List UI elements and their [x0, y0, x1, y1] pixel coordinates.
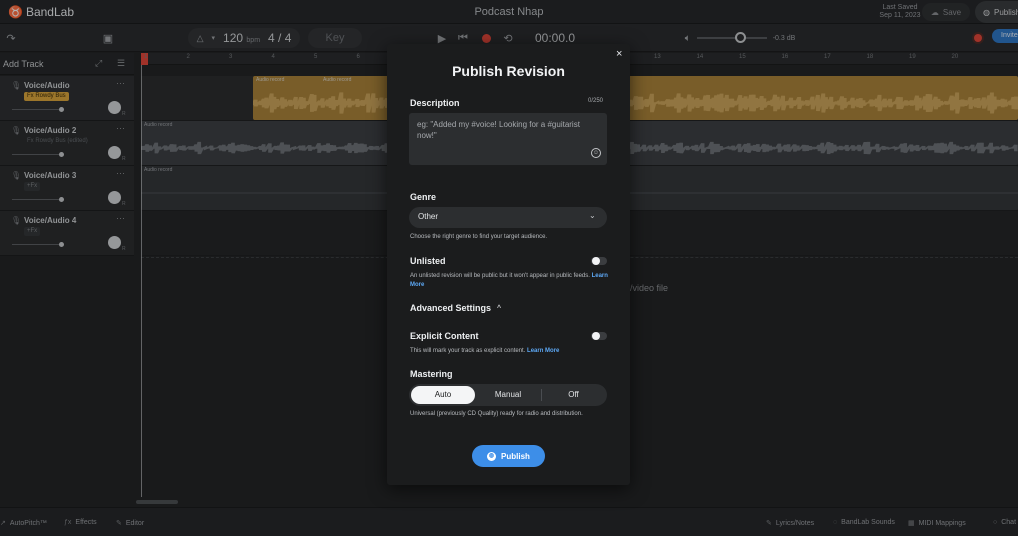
genre-help: Choose the right genre to find your targ… — [410, 234, 548, 240]
mastering-label: Mastering — [410, 369, 453, 379]
mastering-help: Universal (previously CD Quality) ready … — [410, 411, 583, 417]
unlisted-toggle[interactable] — [591, 257, 607, 265]
dialog-title: Publish Revision — [452, 63, 565, 79]
mastering-option-auto[interactable]: Auto — [411, 386, 475, 404]
unlisted-help: An unlisted revision will be public but … — [410, 272, 610, 290]
explicit-help: This will mark your track as explicit co… — [410, 347, 610, 356]
unlisted-label: Unlisted — [410, 256, 446, 266]
explicit-label: Explicit Content — [410, 331, 479, 341]
mastering-option-off[interactable]: Off — [542, 386, 605, 404]
globe-icon: ◍ — [487, 451, 497, 461]
publish-button-label: Publish — [501, 451, 530, 461]
publish-revision-dialog: × Publish Revision Description 0/250 ☺ G… — [387, 44, 630, 485]
close-icon[interactable]: × — [616, 48, 622, 60]
toggle-thumb — [592, 332, 600, 340]
toggle-thumb — [592, 257, 600, 265]
description-char-count: 0/250 — [588, 98, 604, 104]
chevron-up-icon: ^ — [497, 304, 502, 312]
chevron-down-icon: ⌄ — [589, 211, 596, 220]
emoji-icon[interactable]: ☺ — [591, 148, 601, 158]
mastering-selector: Auto Manual Off — [409, 384, 607, 406]
description-input[interactable] — [409, 113, 607, 165]
advanced-settings-label: Advanced Settings — [410, 303, 492, 313]
genre-select[interactable]: Other ⌄ — [409, 207, 607, 228]
genre-value: Other — [418, 212, 439, 221]
advanced-settings-toggle[interactable]: Advanced Settings ^ — [410, 303, 501, 313]
genre-label: Genre — [410, 192, 437, 202]
publish-button[interactable]: ◍ Publish — [472, 445, 545, 467]
explicit-toggle[interactable] — [591, 332, 607, 340]
explicit-learn-more-link[interactable]: Learn More — [527, 348, 559, 354]
description-label: Description — [410, 98, 460, 108]
explicit-help-text: This will mark your track as explicit co… — [410, 348, 526, 354]
mastering-option-manual[interactable]: Manual — [475, 386, 541, 404]
unlisted-help-text: An unlisted revision will be public but … — [410, 273, 590, 279]
